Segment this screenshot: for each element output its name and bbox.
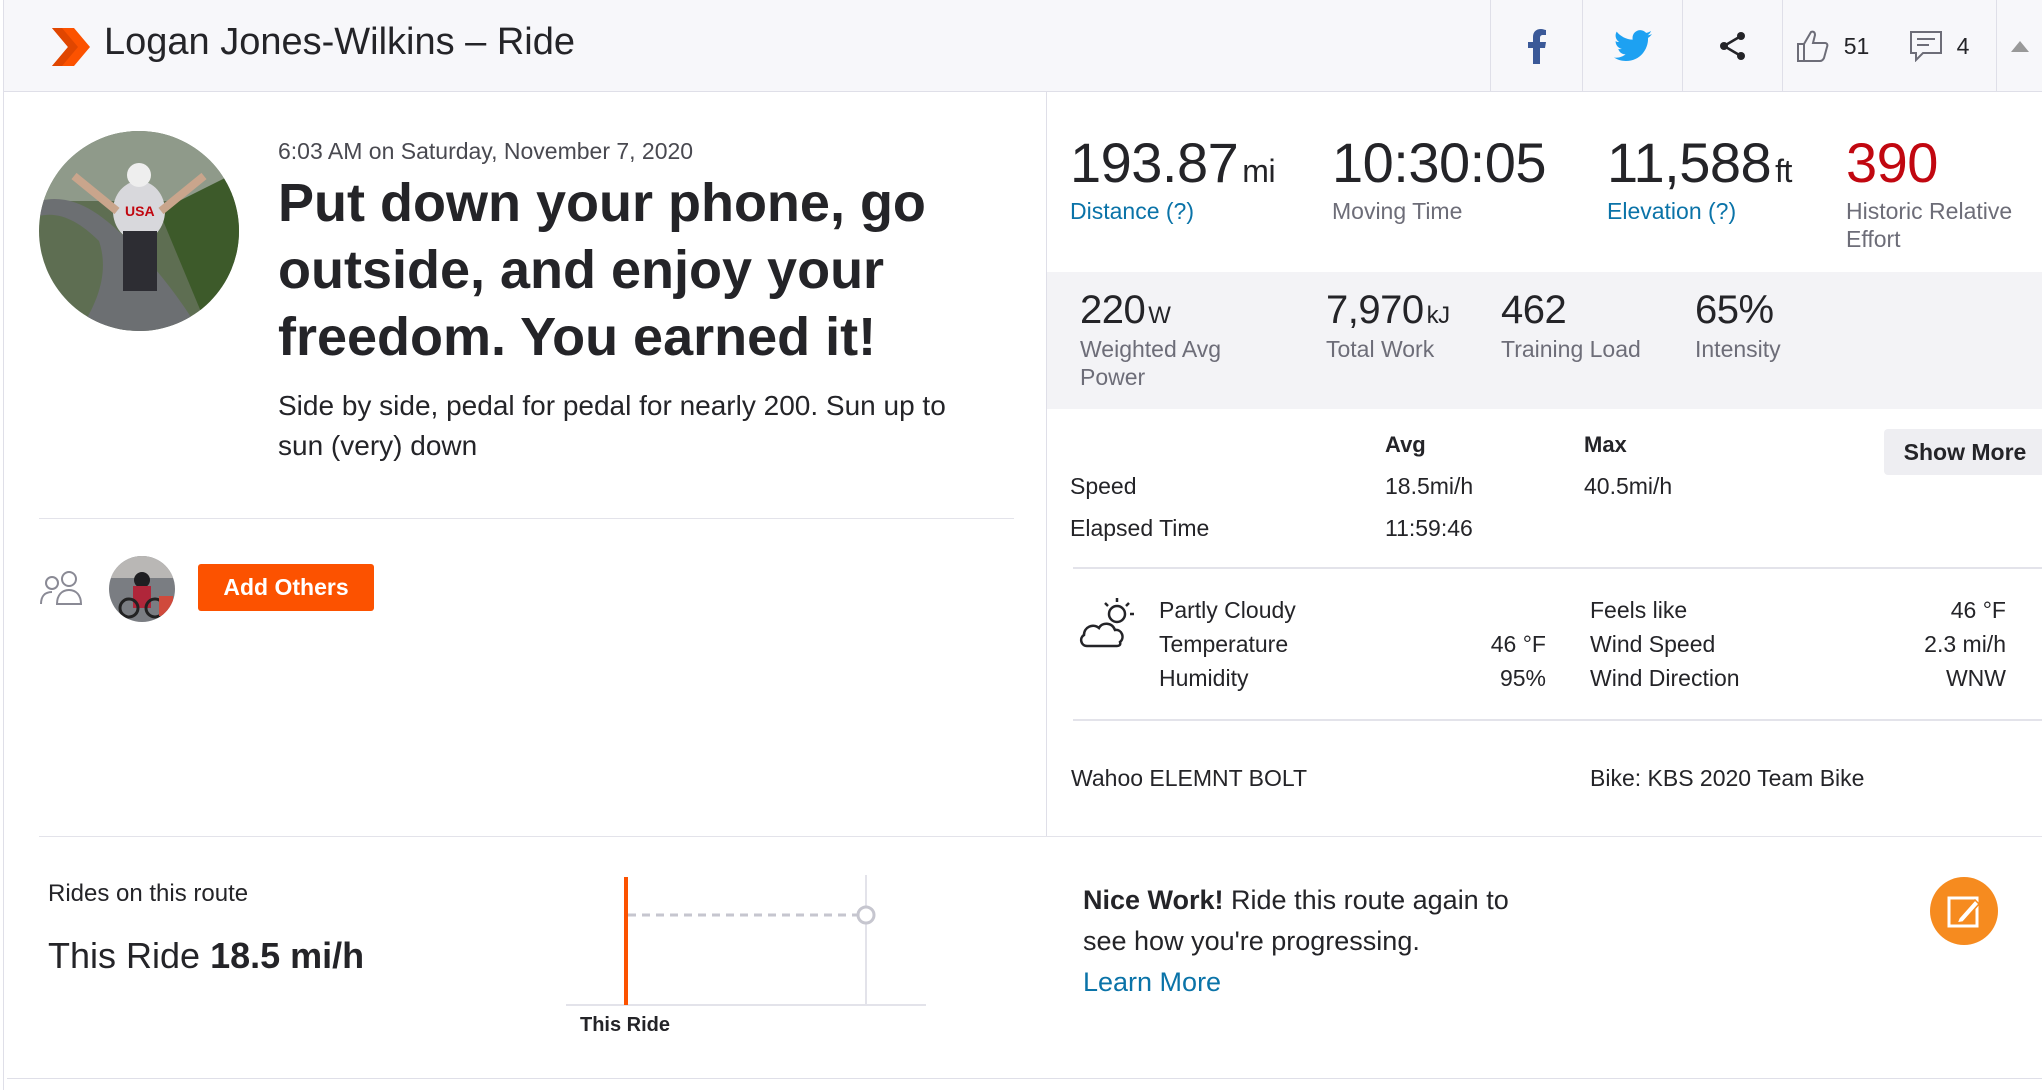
- stat-value: 462: [1501, 288, 1567, 332]
- wind-speed-label: Wind Speed: [1590, 631, 1716, 657]
- stat-training-load: 462 Training Load: [1501, 288, 1641, 363]
- this-ride-speed: 18.5 mi/h: [210, 935, 365, 976]
- temperature-value: 46 °F: [1490, 631, 1546, 657]
- stat-intensity: 65% Intensity: [1695, 288, 1781, 363]
- speed-max: 40.5mi/h: [1584, 473, 1673, 499]
- group-member-avatar[interactable]: [109, 556, 175, 622]
- stat-label: Historic Relative Effort: [1846, 198, 2013, 252]
- comment-icon: [1909, 31, 1942, 62]
- divider: [39, 836, 2042, 837]
- stat-label: Total Work: [1326, 336, 1435, 362]
- comments-button[interactable]: 4: [1882, 0, 1996, 92]
- activity-datetime: 6:03 AM on Saturday, November 7, 2020: [278, 138, 694, 164]
- activity-title: Put down your phone, go outside, and enj…: [278, 173, 926, 367]
- chart-label-this-ride: This Ride: [580, 1014, 671, 1036]
- stat-value: 10:30:05: [1332, 131, 1546, 194]
- promo-message: Nice Work! Ride this route again to see …: [1083, 880, 1523, 1003]
- stat-distance: 193.87 mi Distance (?): [1070, 130, 1276, 225]
- distance-help-link[interactable]: Distance (?): [1070, 197, 1275, 225]
- row-label-speed: Speed: [1070, 473, 1137, 499]
- speed-avg: 18.5mi/h: [1385, 473, 1474, 499]
- device-name: Wahoo ELEMNT BOLT: [1071, 765, 1308, 791]
- stat-label: Moving Time: [1332, 198, 1463, 224]
- stat-value: 390: [1846, 131, 1938, 194]
- elevation-help-link[interactable]: Elevation (?): [1607, 197, 1792, 225]
- stat-unit: kJ: [1426, 302, 1451, 329]
- column-header-avg: Avg: [1385, 432, 1426, 457]
- divider: [1073, 719, 2042, 721]
- rides-on-route-heading: Rides on this route: [48, 880, 249, 907]
- this-ride-speed-summary: This Ride 18.5 mi/h: [48, 935, 364, 977]
- partly-cloudy-icon: [1079, 598, 1134, 648]
- wind-direction-label: Wind Direction: [1590, 665, 1740, 691]
- thumbs-up-icon: [1796, 30, 1829, 62]
- bike-name[interactable]: Bike: KBS 2020 Team Bike: [1590, 765, 1864, 792]
- add-others-button[interactable]: Add Others: [198, 564, 374, 611]
- humidity-value: 95%: [1499, 665, 1546, 691]
- stat-total-work: 7,970 kJ Total Work: [1326, 288, 1450, 363]
- comment-count: 4: [1956, 32, 1970, 59]
- edit-icon: [1947, 896, 1981, 928]
- stat-value: 65%: [1695, 288, 1774, 332]
- temperature-label: Temperature: [1159, 631, 1289, 657]
- stat-elevation: 11,588 ft Elevation (?): [1607, 130, 1792, 225]
- activity-description: Side by side, pedal for pedal for nearly…: [278, 390, 946, 461]
- stat-value: 11,588: [1607, 131, 1772, 194]
- column-header-max: Max: [1584, 432, 1627, 457]
- learn-more-link[interactable]: Learn More: [1083, 967, 1221, 997]
- kudos-count: 51: [1843, 32, 1870, 59]
- stat-unit: ft: [1775, 153, 1792, 189]
- divider: [7, 1078, 2042, 1079]
- humidity-label: Humidity: [1159, 665, 1249, 691]
- route-comparison-chart: [566, 875, 926, 1006]
- stat-unit: mi: [1242, 153, 1276, 189]
- page-title: Logan Jones-Wilkins – Ride: [104, 21, 576, 63]
- caret-up-icon: [2011, 40, 2029, 52]
- facebook-share-button[interactable]: [1490, 0, 1582, 92]
- share-button[interactable]: [1682, 0, 1782, 92]
- twitter-share-button[interactable]: [1582, 0, 1682, 92]
- group-member-photo: [109, 556, 175, 622]
- strava-chevron-icon: [52, 28, 90, 66]
- stat-label: Intensity: [1695, 336, 1781, 362]
- stat-moving-time: 10:30:05 Moving Time: [1332, 130, 1546, 225]
- share-icon: [1719, 32, 1745, 60]
- divider: [1073, 567, 2042, 569]
- show-more-button[interactable]: Show More: [1884, 429, 2042, 475]
- header-scroll-up[interactable]: [1996, 0, 2042, 92]
- stat-value: 7,970: [1326, 288, 1424, 332]
- athlete-photo: USA: [39, 131, 239, 331]
- kudos-button[interactable]: 51: [1782, 0, 1882, 92]
- divider: [39, 518, 1014, 519]
- column-divider: [1046, 92, 1047, 836]
- stat-weighted-power: 220 W Weighted Avg Power: [1080, 288, 1280, 391]
- weather-condition: Partly Cloudy: [1159, 597, 1296, 623]
- this-ride-marker: [624, 877, 628, 1005]
- stat-value: 220: [1080, 288, 1146, 332]
- stat-value: 193.87: [1070, 131, 1239, 194]
- activity-header: Logan Jones-Wilkins – Ride 51 4: [4, 0, 2042, 92]
- athlete-avatar[interactable]: USA: [39, 131, 239, 331]
- feedback-button[interactable]: [1930, 877, 1998, 945]
- this-ride-prefix: This Ride: [48, 935, 201, 976]
- stat-relative-effort[interactable]: 390 Historic Relative Effort: [1846, 130, 2042, 253]
- twitter-icon: [1613, 30, 1652, 62]
- stat-unit: W: [1148, 302, 1171, 329]
- facebook-icon: [1527, 29, 1546, 64]
- stat-label: Training Load: [1501, 336, 1641, 362]
- promo-strong: Nice Work!: [1083, 885, 1224, 915]
- wind-speed-value: 2.3 mi/h: [1924, 631, 2006, 657]
- stat-label: Weighted Avg Power: [1080, 336, 1222, 390]
- chart-end-marker: [856, 905, 876, 925]
- wind-direction-value: WNW: [1945, 665, 2006, 691]
- feels-like-value: 46 °F: [1950, 597, 2006, 623]
- activity-page: Logan Jones-Wilkins – Ride 51 4 USA 6:03…: [3, 0, 2042, 1090]
- elapsed-time-value: 11:59:46: [1385, 515, 1473, 541]
- group-icon: [40, 571, 83, 605]
- row-label-elapsed-time: Elapsed Time: [1070, 515, 1210, 541]
- feels-like-label: Feels like: [1590, 597, 1688, 623]
- svg-text:USA: USA: [125, 203, 155, 219]
